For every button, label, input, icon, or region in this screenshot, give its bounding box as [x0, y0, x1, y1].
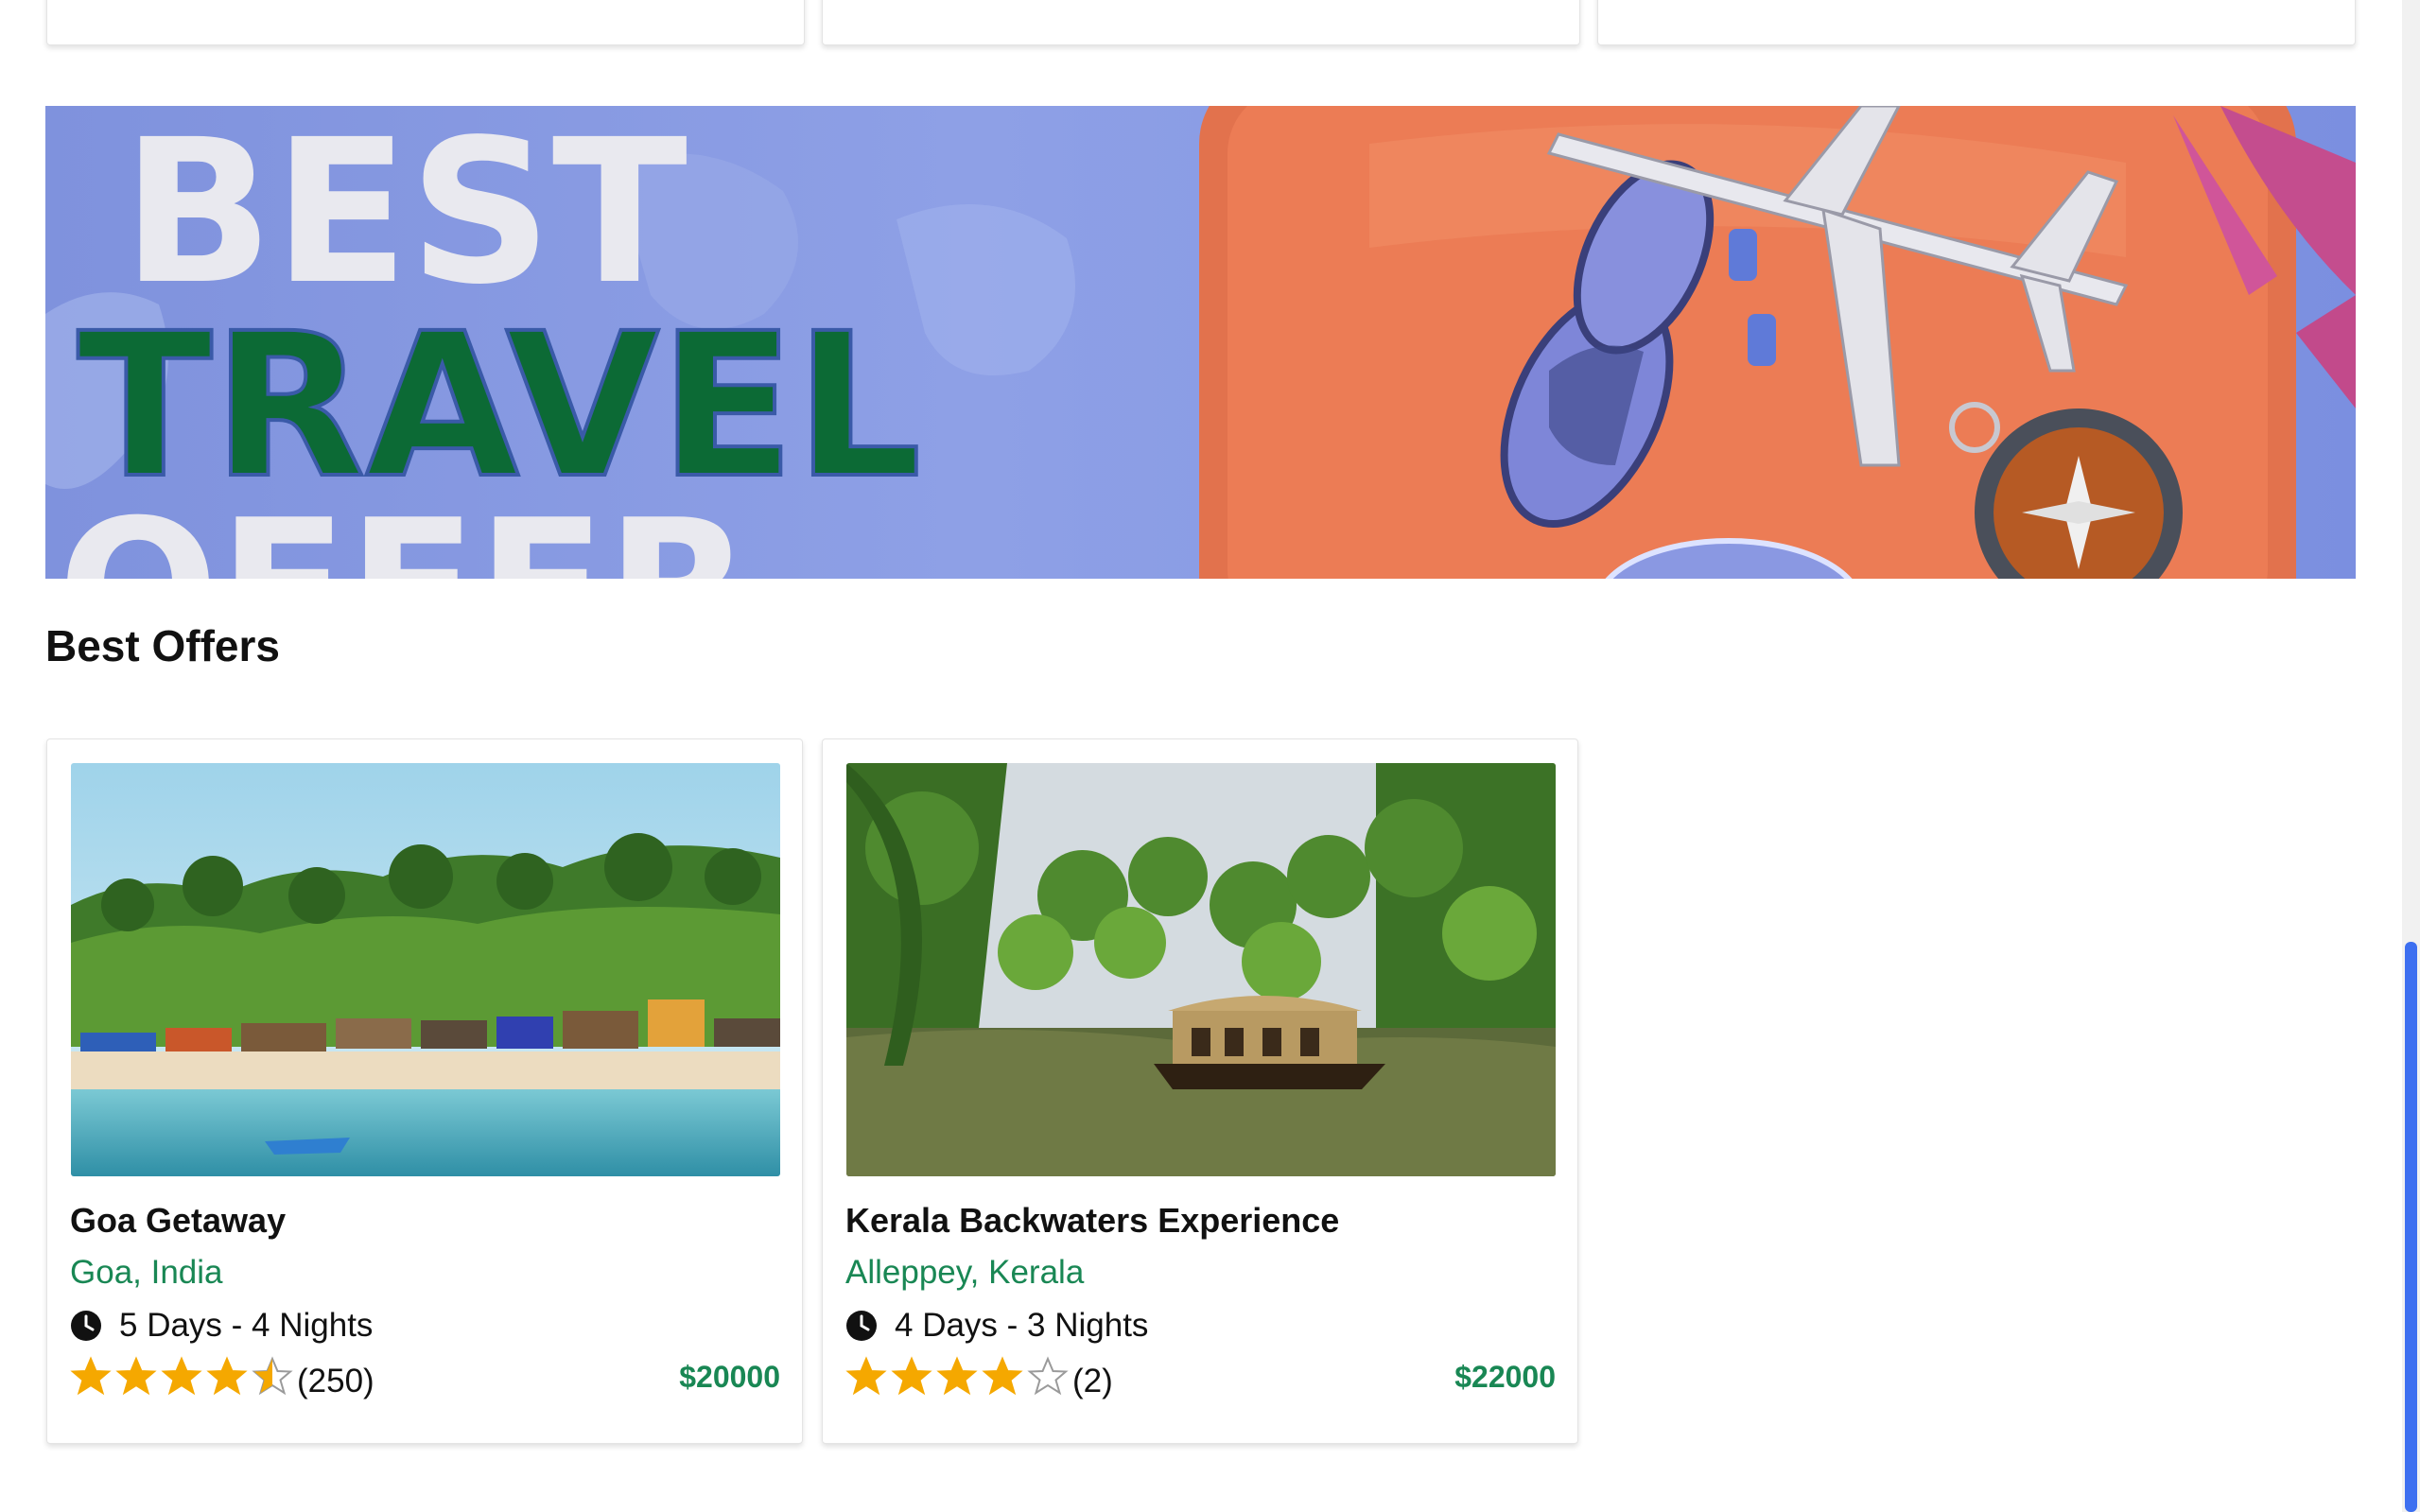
card-location: Goa, India — [70, 1254, 223, 1291]
review-count: (250) — [297, 1362, 374, 1399]
star-full-icon — [161, 1356, 202, 1396]
card-image-goa-beach[interactable] — [71, 763, 780, 1176]
star-full-icon — [70, 1356, 112, 1396]
star-full-icon — [845, 1356, 887, 1396]
card-title[interactable]: Goa Getaway — [70, 1201, 286, 1241]
scrollbar-thumb[interactable] — [2405, 942, 2417, 1512]
card-duration: 5 Days - 4 Nights — [70, 1307, 373, 1345]
top-card-2[interactable] — [822, 0, 1580, 45]
card-image-kerala-houseboat[interactable] — [846, 763, 1556, 1176]
star-half-icon — [252, 1356, 293, 1396]
duration-text: 4 Days - 3 Nights — [895, 1307, 1149, 1344]
card-location: Alleppey, Kerala — [845, 1254, 1085, 1291]
banner-artwork: BEST TRAVEL OFFER — [45, 106, 2356, 579]
card-title[interactable]: Kerala Backwaters Experience — [845, 1201, 1339, 1241]
offer-card-kerala[interactable]: Kerala Backwaters Experience Alleppey, K… — [822, 739, 1578, 1444]
review-count: (2) — [1072, 1362, 1113, 1399]
banner-text-offer: OFFER — [58, 479, 752, 579]
top-card-1[interactable] — [46, 0, 805, 45]
star-empty-icon — [1027, 1356, 1069, 1396]
rating-stars — [845, 1356, 1072, 1406]
travel-offer-banner[interactable]: BEST TRAVEL OFFER — [45, 106, 2356, 579]
card-price: $20000 — [679, 1360, 780, 1394]
card-duration: 4 Days - 3 Nights — [845, 1307, 1148, 1345]
star-full-icon — [115, 1356, 157, 1396]
clock-icon — [71, 1311, 101, 1341]
scrollbar-track[interactable] — [2402, 0, 2420, 1512]
offer-card-goa[interactable]: Goa Getaway Goa, India 5 Days - 4 Nights… — [46, 739, 803, 1444]
rating-stars — [70, 1356, 297, 1406]
star-full-icon — [206, 1356, 248, 1396]
star-full-icon — [891, 1356, 932, 1396]
star-full-icon — [936, 1356, 978, 1396]
section-title: Best Offers — [45, 621, 280, 670]
card-rating: (2) — [845, 1356, 1113, 1406]
clock-icon — [846, 1311, 877, 1341]
top-card-3[interactable] — [1597, 0, 2356, 45]
star-full-icon — [982, 1356, 1023, 1396]
card-rating: (250) — [70, 1356, 374, 1406]
duration-text: 5 Days - 4 Nights — [119, 1307, 374, 1344]
card-price: $22000 — [1454, 1360, 1556, 1394]
